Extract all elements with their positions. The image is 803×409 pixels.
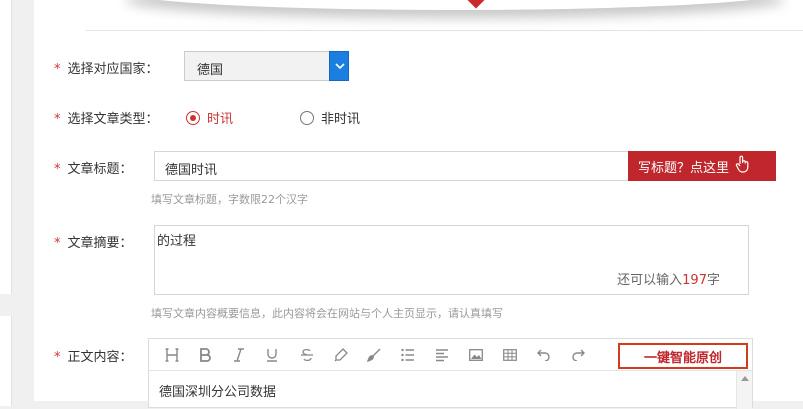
- editor-content[interactable]: 德国深圳分公司数据: [159, 381, 276, 400]
- required-mark: *: [54, 112, 61, 127]
- article-type-label-text: 选择文章类型：: [67, 112, 159, 127]
- radio-selected-icon: [186, 110, 200, 125]
- country-label-text: 选择对应国家：: [67, 62, 159, 77]
- underline-icon[interactable]: [263, 346, 281, 364]
- title-label-text: 文章标题：: [67, 162, 133, 177]
- image-icon[interactable]: [467, 346, 485, 364]
- undo-icon[interactable]: [535, 346, 553, 364]
- italic-icon[interactable]: [230, 346, 248, 364]
- article-type-label: * 选择文章类型：: [54, 108, 159, 127]
- radio-shixun[interactable]: 时讯: [186, 108, 233, 127]
- title-help-button[interactable]: 写标题？点这里: [628, 151, 776, 181]
- left-card-bottom: [0, 316, 12, 406]
- counter-value: 197: [682, 273, 707, 288]
- body-label: * 正文内容：: [54, 346, 133, 365]
- country-select[interactable]: 德国: [184, 51, 349, 81]
- left-card-top: [0, 0, 12, 294]
- table-icon[interactable]: [501, 346, 519, 364]
- required-mark: *: [54, 162, 61, 177]
- summary-counter: 还可以输入197字: [617, 269, 720, 288]
- counter-suffix: 字: [706, 273, 720, 288]
- editor-scrollbar[interactable]: [736, 371, 752, 409]
- required-mark: *: [54, 62, 61, 77]
- radio-feishixun[interactable]: 非时讯: [300, 108, 360, 127]
- title-help-label: 写标题？点这里: [638, 160, 730, 176]
- top-divider: [86, 30, 803, 31]
- radio-feishixun-label: 非时讯: [321, 112, 361, 127]
- title-input[interactable]: 德国时讯: [154, 151, 629, 181]
- body-label-text: 正文内容：: [67, 350, 133, 365]
- smart-rewrite-button[interactable]: 一键智能原创: [618, 343, 748, 369]
- scroll-up-icon[interactable]: [741, 376, 749, 381]
- brush-icon[interactable]: [365, 346, 383, 364]
- required-mark: *: [54, 236, 61, 251]
- hand-pointer-icon: [735, 155, 751, 177]
- radio-unselected-icon: [300, 110, 314, 125]
- counter-prefix: 还可以输入: [617, 273, 683, 288]
- radio-shixun-label: 时讯: [207, 112, 234, 127]
- country-select-value: 德国: [197, 63, 224, 78]
- bold-icon[interactable]: [196, 346, 214, 364]
- title-hint: 填写文章标题，字数限22个汉字: [151, 193, 308, 206]
- country-label: * 选择对应国家：: [54, 58, 159, 77]
- title-label: * 文章标题：: [54, 158, 133, 177]
- list-icon[interactable]: [399, 346, 417, 364]
- editor-toolbar: 一键智能原创: [149, 339, 752, 371]
- chevron-down-icon[interactable]: [329, 51, 349, 81]
- summary-label-text: 文章摘要：: [67, 236, 133, 251]
- heading-icon[interactable]: [163, 346, 181, 364]
- required-mark: *: [54, 350, 61, 365]
- summary-textarea[interactable]: 的过程 还可以输入197字: [154, 225, 749, 295]
- highlighter-icon[interactable]: [332, 346, 350, 364]
- body-editor: 一键智能原创 德国深圳分公司数据: [148, 338, 753, 409]
- summary-textarea-value: 的过程: [157, 234, 197, 249]
- summary-hint: 填写文章内容概要信息，此内容将会在网站与个人主页显示，请认真填写: [151, 307, 503, 320]
- align-left-icon[interactable]: [433, 346, 451, 364]
- redo-icon[interactable]: [569, 346, 587, 364]
- strikethrough-icon[interactable]: [298, 346, 316, 364]
- summary-label: * 文章摘要：: [54, 232, 133, 251]
